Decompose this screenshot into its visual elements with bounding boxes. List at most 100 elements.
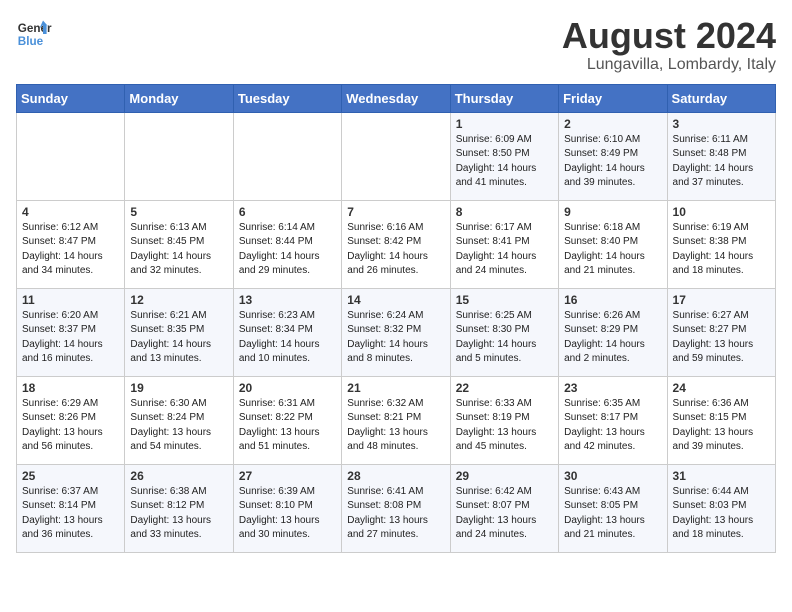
day-info: Sunrise: 6:16 AM Sunset: 8:42 PM Dayligh… [347, 221, 444, 279]
day-info: Sunrise: 6:19 AM Sunset: 8:38 PM Dayligh… [673, 221, 770, 279]
day-info: Sunrise: 6:33 AM Sunset: 8:19 PM Dayligh… [456, 397, 553, 455]
day-number: 29 [456, 469, 553, 483]
day-cell: 16 Sunrise: 6:26 AM Sunset: 8:29 PM Dayli… [559, 288, 667, 376]
day-info: Sunrise: 6:35 AM Sunset: 8:17 PM Dayligh… [564, 397, 661, 455]
day-info: Sunrise: 6:11 AM Sunset: 8:48 PM Dayligh… [673, 133, 770, 191]
day-info: Sunrise: 6:13 AM Sunset: 8:45 PM Dayligh… [130, 221, 227, 279]
day-number: 15 [456, 293, 553, 307]
day-info: Sunrise: 6:29 AM Sunset: 8:26 PM Dayligh… [22, 397, 119, 455]
day-cell: 4 Sunrise: 6:12 AM Sunset: 8:47 PM Daylig… [17, 200, 125, 288]
day-info: Sunrise: 6:42 AM Sunset: 8:07 PM Dayligh… [456, 485, 553, 543]
day-number: 10 [673, 205, 770, 219]
logo-icon: General Blue [16, 16, 52, 52]
day-cell: 20 Sunrise: 6:31 AM Sunset: 8:22 PM Dayli… [233, 376, 341, 464]
day-cell: 12Sunrise: 6:21 AM Sunset: 8:35 PM Dayli… [125, 288, 233, 376]
day-cell: 31Sunrise: 6:44 AM Sunset: 8:03 PM Dayli… [667, 464, 775, 552]
day-cell: 27 Sunrise: 6:39 AM Sunset: 8:10 PM Dayli… [233, 464, 341, 552]
day-number: 16 [564, 293, 661, 307]
day-cell: 17Sunrise: 6:27 AM Sunset: 8:27 PM Dayli… [667, 288, 775, 376]
header-thursday: Thursday [450, 84, 558, 112]
day-number: 21 [347, 381, 444, 395]
day-number: 19 [130, 381, 227, 395]
day-cell [342, 112, 450, 200]
day-number: 3 [673, 117, 770, 131]
day-number: 27 [239, 469, 336, 483]
day-cell: 26 Sunrise: 6:38 AM Sunset: 8:12 PM Dayli… [125, 464, 233, 552]
week-row-2: 11Sunrise: 6:20 AM Sunset: 8:37 PM Dayli… [17, 288, 776, 376]
day-number: 30 [564, 469, 661, 483]
calendar-table: SundayMondayTuesdayWednesdayThursdayFrid… [16, 84, 776, 553]
calendar-body: 1 Sunrise: 6:09 AM Sunset: 8:50 PM Daylig… [17, 112, 776, 552]
day-number: 26 [130, 469, 227, 483]
day-number: 12 [130, 293, 227, 307]
day-cell [125, 112, 233, 200]
day-info: Sunrise: 6:43 AM Sunset: 8:05 PM Dayligh… [564, 485, 661, 543]
day-number: 13 [239, 293, 336, 307]
day-info: Sunrise: 6:36 AM Sunset: 8:15 PM Dayligh… [673, 397, 770, 455]
logo: General Blue [16, 16, 52, 52]
day-cell: 11Sunrise: 6:20 AM Sunset: 8:37 PM Dayli… [17, 288, 125, 376]
day-cell: 15 Sunrise: 6:25 AM Sunset: 8:30 PM Dayli… [450, 288, 558, 376]
header-monday: Monday [125, 84, 233, 112]
day-info: Sunrise: 6:20 AM Sunset: 8:37 PM Dayligh… [22, 309, 119, 367]
day-info: Sunrise: 6:26 AM Sunset: 8:29 PM Dayligh… [564, 309, 661, 367]
day-info: Sunrise: 6:30 AM Sunset: 8:24 PM Dayligh… [130, 397, 227, 455]
day-number: 14 [347, 293, 444, 307]
header-saturday: Saturday [667, 84, 775, 112]
day-cell: 10 Sunrise: 6:19 AM Sunset: 8:38 PM Dayli… [667, 200, 775, 288]
calendar-subtitle: Lungavilla, Lombardy, Italy [562, 56, 776, 74]
day-cell: 29 Sunrise: 6:42 AM Sunset: 8:07 PM Dayli… [450, 464, 558, 552]
day-number: 22 [456, 381, 553, 395]
day-number: 5 [130, 205, 227, 219]
day-cell: 6 Sunrise: 6:14 AM Sunset: 8:44 PM Daylig… [233, 200, 341, 288]
day-info: Sunrise: 6:41 AM Sunset: 8:08 PM Dayligh… [347, 485, 444, 543]
day-cell: 9 Sunrise: 6:18 AM Sunset: 8:40 PM Daylig… [559, 200, 667, 288]
day-number: 20 [239, 381, 336, 395]
day-number: 24 [673, 381, 770, 395]
day-info: Sunrise: 6:17 AM Sunset: 8:41 PM Dayligh… [456, 221, 553, 279]
week-row-4: 25 Sunrise: 6:37 AM Sunset: 8:14 PM Dayli… [17, 464, 776, 552]
day-number: 8 [456, 205, 553, 219]
day-cell: 24 Sunrise: 6:36 AM Sunset: 8:15 PM Dayli… [667, 376, 775, 464]
day-number: 1 [456, 117, 553, 131]
svg-text:Blue: Blue [18, 35, 44, 48]
day-number: 31 [673, 469, 770, 483]
day-cell: 8 Sunrise: 6:17 AM Sunset: 8:41 PM Daylig… [450, 200, 558, 288]
header-friday: Friday [559, 84, 667, 112]
day-info: Sunrise: 6:31 AM Sunset: 8:22 PM Dayligh… [239, 397, 336, 455]
day-cell: 18 Sunrise: 6:29 AM Sunset: 8:26 PM Dayli… [17, 376, 125, 464]
day-info: Sunrise: 6:14 AM Sunset: 8:44 PM Dayligh… [239, 221, 336, 279]
day-info: Sunrise: 6:38 AM Sunset: 8:12 PM Dayligh… [130, 485, 227, 543]
day-cell: 22 Sunrise: 6:33 AM Sunset: 8:19 PM Dayli… [450, 376, 558, 464]
day-cell: 30 Sunrise: 6:43 AM Sunset: 8:05 PM Dayli… [559, 464, 667, 552]
week-row-0: 1 Sunrise: 6:09 AM Sunset: 8:50 PM Daylig… [17, 112, 776, 200]
day-cell: 23 Sunrise: 6:35 AM Sunset: 8:17 PM Dayli… [559, 376, 667, 464]
week-row-3: 18 Sunrise: 6:29 AM Sunset: 8:26 PM Dayli… [17, 376, 776, 464]
header-tuesday: Tuesday [233, 84, 341, 112]
day-cell: 28Sunrise: 6:41 AM Sunset: 8:08 PM Dayli… [342, 464, 450, 552]
day-number: 25 [22, 469, 119, 483]
calendar-header-row: SundayMondayTuesdayWednesdayThursdayFrid… [17, 84, 776, 112]
svg-text:General: General [18, 22, 52, 35]
day-number: 6 [239, 205, 336, 219]
day-cell: 5 Sunrise: 6:13 AM Sunset: 8:45 PM Daylig… [125, 200, 233, 288]
day-info: Sunrise: 6:25 AM Sunset: 8:30 PM Dayligh… [456, 309, 553, 367]
day-cell [17, 112, 125, 200]
day-number: 23 [564, 381, 661, 395]
day-cell: 3 Sunrise: 6:11 AM Sunset: 8:48 PM Daylig… [667, 112, 775, 200]
day-cell: 1 Sunrise: 6:09 AM Sunset: 8:50 PM Daylig… [450, 112, 558, 200]
day-info: Sunrise: 6:18 AM Sunset: 8:40 PM Dayligh… [564, 221, 661, 279]
day-cell: 7Sunrise: 6:16 AM Sunset: 8:42 PM Daylig… [342, 200, 450, 288]
day-info: Sunrise: 6:37 AM Sunset: 8:14 PM Dayligh… [22, 485, 119, 543]
day-info: Sunrise: 6:12 AM Sunset: 8:47 PM Dayligh… [22, 221, 119, 279]
day-number: 17 [673, 293, 770, 307]
day-cell: 25 Sunrise: 6:37 AM Sunset: 8:14 PM Dayli… [17, 464, 125, 552]
day-info: Sunrise: 6:32 AM Sunset: 8:21 PM Dayligh… [347, 397, 444, 455]
day-info: Sunrise: 6:09 AM Sunset: 8:50 PM Dayligh… [456, 133, 553, 191]
day-cell: 13 Sunrise: 6:23 AM Sunset: 8:34 PM Dayli… [233, 288, 341, 376]
day-number: 18 [22, 381, 119, 395]
day-number: 4 [22, 205, 119, 219]
day-number: 9 [564, 205, 661, 219]
day-info: Sunrise: 6:39 AM Sunset: 8:10 PM Dayligh… [239, 485, 336, 543]
day-info: Sunrise: 6:23 AM Sunset: 8:34 PM Dayligh… [239, 309, 336, 367]
